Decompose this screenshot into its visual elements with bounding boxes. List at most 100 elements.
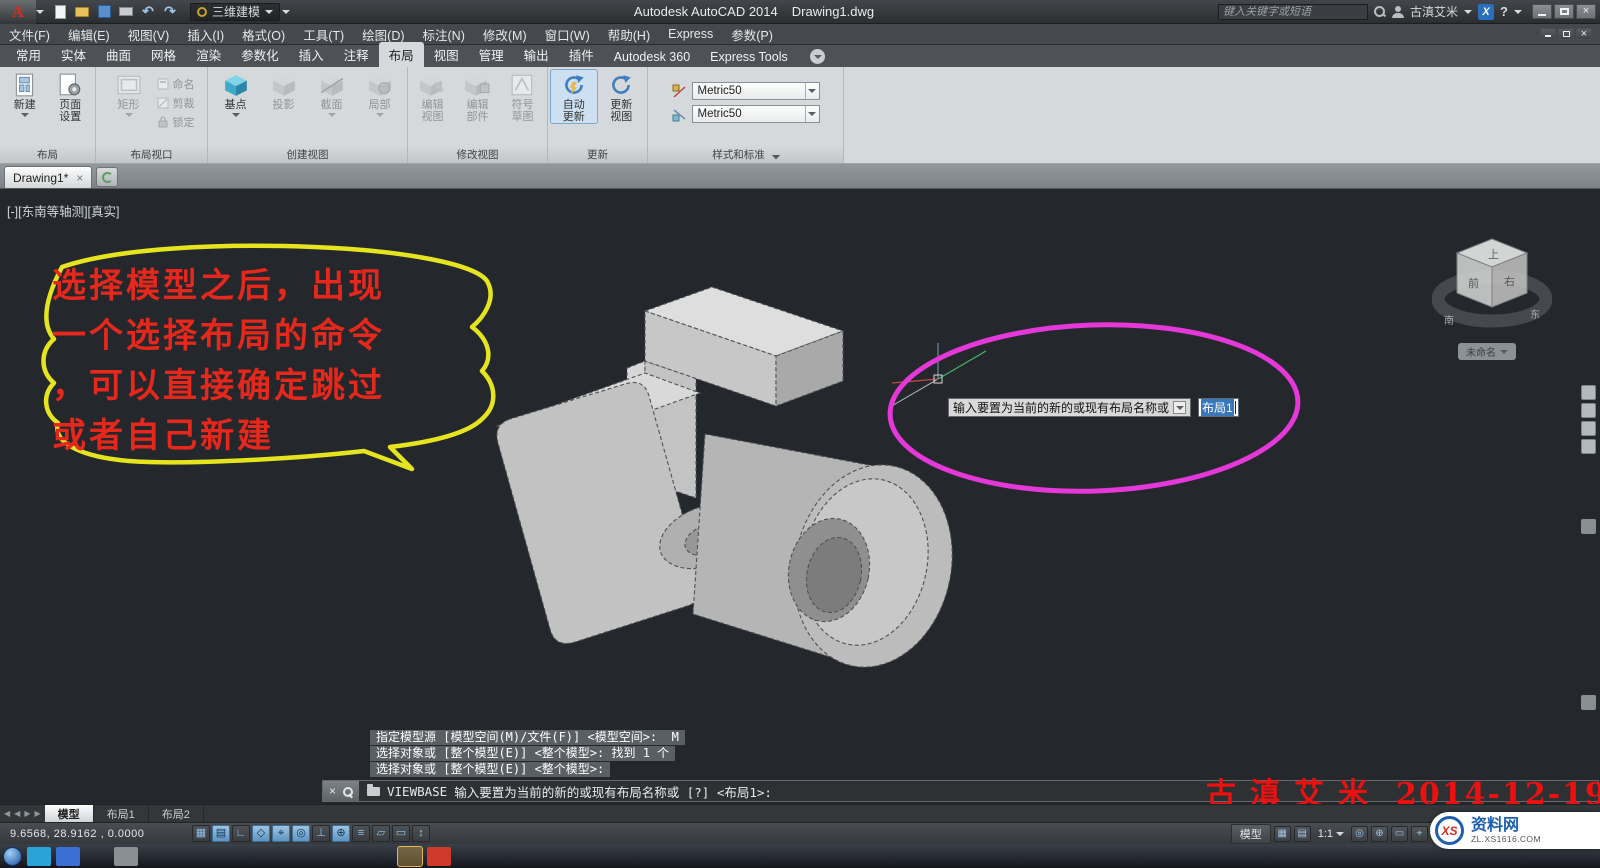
status-toggle-button[interactable]: ▭ [392, 825, 410, 842]
style-select-2[interactable]: Metric50 [692, 105, 820, 123]
rect-viewport-button[interactable]: 矩形 [106, 70, 152, 117]
viewcube-east-label[interactable]: 东 [1530, 308, 1540, 321]
menu-item[interactable]: 工具(T) [294, 24, 353, 44]
menu-item[interactable]: 窗口(W) [536, 24, 599, 44]
menu-item[interactable]: 绘图(D) [353, 24, 413, 44]
navbar-toggle-icon[interactable] [1581, 519, 1596, 534]
infocenter-search-input[interactable] [1218, 4, 1368, 20]
status-toggle-button[interactable]: ⊥ [312, 825, 330, 842]
minimize-button[interactable] [1532, 4, 1552, 19]
full-navigation-wheel-icon[interactable] [1581, 385, 1596, 400]
viewcube-right-face[interactable]: 右 [1504, 274, 1515, 288]
pan-icon[interactable] [1581, 403, 1596, 418]
taskbar-app[interactable] [27, 847, 51, 866]
ribbon-tab[interactable]: 管理 [469, 42, 514, 67]
search-icon[interactable] [1374, 6, 1386, 18]
doc-restore-button[interactable] [1558, 28, 1574, 40]
status-toggle-button[interactable]: ▤ [212, 825, 230, 842]
page-setup-button[interactable]: 页面设置 [49, 70, 93, 123]
status-toggle-button[interactable]: ⊕ [332, 825, 350, 842]
edit-view-button[interactable]: 编辑视图 [411, 70, 454, 123]
file-tab-drawing1[interactable]: Drawing1* × [4, 166, 92, 188]
prev-tab-icon[interactable]: ◀ [14, 809, 20, 818]
section-view-button[interactable]: 截面 [309, 70, 355, 117]
clip-viewport-button[interactable]: 剪裁 [154, 95, 198, 111]
layout-tab[interactable]: 模型 [45, 805, 94, 822]
first-tab-icon[interactable]: ◀ [4, 809, 10, 818]
clean-screen-icon[interactable]: ⌖ [1411, 826, 1428, 842]
last-tab-icon[interactable]: ▶ [34, 809, 40, 818]
ribbon-minimize-button[interactable] [810, 49, 825, 64]
ribbon-tab[interactable]: Express Tools [700, 47, 798, 67]
open-file-icon[interactable] [72, 2, 92, 22]
menu-item[interactable]: 帮助(H) [599, 24, 659, 44]
model-space-button[interactable]: 模型 [1231, 824, 1271, 844]
symbol-sketch-button[interactable]: 符号草图 [501, 70, 544, 123]
new-file-icon[interactable] [50, 2, 70, 22]
viewport-controls[interactable]: [-][东南等轴测][真实] [7, 201, 120, 220]
status-toggle-button[interactable]: ◇ [252, 825, 270, 842]
status-toggle-button[interactable]: ∟ [232, 825, 250, 842]
command-bar-grip[interactable]: × [323, 781, 359, 801]
status-toggle-button[interactable]: ↕ [412, 825, 430, 842]
ribbon-tab[interactable]: 注释 [334, 42, 379, 67]
redo-icon[interactable]: ↷ [160, 2, 180, 22]
ribbon-tab[interactable]: 插入 [289, 42, 334, 67]
quick-view-drawings-icon[interactable]: ▤ [1294, 826, 1311, 842]
viewcube-front-face[interactable]: 前 [1468, 276, 1479, 290]
menu-item[interactable]: 参数(P) [722, 24, 782, 44]
detail-view-button[interactable]: 局部 [357, 70, 403, 117]
exchange-apps-icon[interactable]: X [1478, 4, 1494, 20]
annotation-scale-control[interactable]: 1:1 [1314, 828, 1348, 840]
ribbon-tab[interactable]: 参数化 [231, 42, 289, 67]
taskbar-app[interactable] [427, 847, 451, 866]
ribbon-tab[interactable]: 曲面 [96, 42, 141, 67]
file-tab-close-icon[interactable]: × [76, 171, 83, 185]
menu-item[interactable]: 修改(M) [474, 24, 536, 44]
ribbon-tab[interactable]: 网格 [141, 42, 186, 67]
combo-caret-icon[interactable] [805, 106, 819, 122]
dynamic-input-options-icon[interactable] [1173, 401, 1186, 414]
quick-view-layouts-icon[interactable]: ▦ [1274, 826, 1291, 842]
menu-item[interactable]: 编辑(E) [59, 24, 119, 44]
user-menu-caret-icon[interactable] [1464, 10, 1472, 14]
base-view-button[interactable]: 基点 [213, 70, 259, 117]
recent-commands-icon[interactable] [367, 787, 380, 796]
workspace-switching-icon[interactable]: ⊕ [1371, 826, 1388, 842]
save-icon[interactable] [94, 2, 114, 22]
ribbon-tab[interactable]: Autodesk 360 [604, 47, 700, 67]
viewcube-top-face[interactable]: 上 [1488, 248, 1499, 261]
status-toggle-button[interactable]: ◎ [292, 825, 310, 842]
taskbar-app-active[interactable] [398, 847, 422, 866]
qat-customize-caret-icon[interactable] [282, 10, 290, 14]
zoom-icon[interactable] [1581, 421, 1596, 436]
close-button[interactable]: × [1576, 4, 1596, 19]
model-layout-preview-button[interactable] [96, 167, 118, 187]
menu-item[interactable]: 文件(F) [0, 24, 59, 44]
taskbar-app[interactable] [85, 847, 109, 866]
menu-item[interactable]: 插入(I) [178, 24, 233, 44]
dynamic-input-field[interactable]: 布局1 [1198, 398, 1239, 417]
app-menu-button[interactable]: A [0, 0, 36, 24]
layout-tab[interactable]: 布局1 [94, 805, 149, 822]
named-viewport-button[interactable]: 命名 [154, 76, 198, 92]
lock-viewport-button[interactable]: 锁定 [154, 114, 198, 130]
ribbon-tab[interactable]: 实体 [51, 42, 96, 67]
ribbon-tab[interactable]: 渲染 [186, 42, 231, 67]
viewcube-wcs-menu[interactable]: 未命名 [1458, 343, 1516, 360]
next-tab-icon[interactable]: ▶ [24, 809, 30, 818]
new-layout-button[interactable]: 新建 [3, 70, 47, 117]
projected-view-button[interactable]: 投影 [261, 70, 307, 111]
status-toggle-button[interactable]: ⌖ [272, 825, 290, 842]
undo-icon[interactable]: ↶ [138, 2, 158, 22]
auto-update-button[interactable]: 自动更新 [551, 70, 597, 123]
help-caret-icon[interactable] [1514, 10, 1522, 14]
anchor-icon[interactable] [1581, 695, 1596, 710]
ribbon-tab[interactable]: 输出 [514, 42, 559, 67]
doc-close-button[interactable]: × [1576, 28, 1592, 40]
taskbar-app[interactable] [114, 847, 138, 866]
combo-caret-icon[interactable] [805, 83, 819, 99]
ribbon-tab[interactable]: 常用 [6, 42, 51, 67]
taskbar-app[interactable] [56, 847, 80, 866]
update-view-button[interactable]: 更新视图 [599, 70, 645, 123]
